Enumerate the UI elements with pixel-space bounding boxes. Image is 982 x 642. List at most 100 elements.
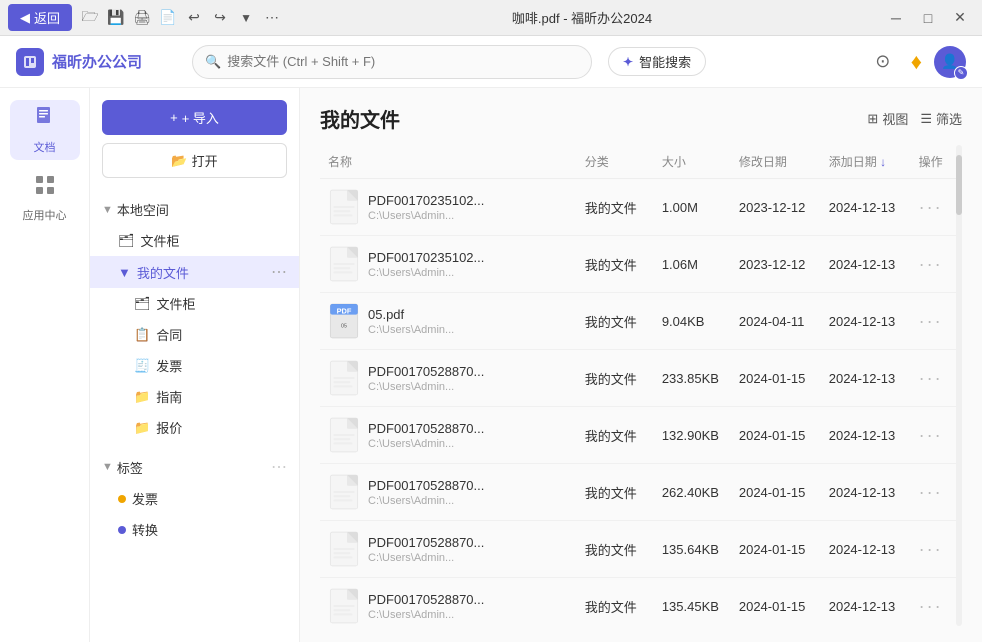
search-input[interactable] (227, 54, 579, 69)
search-icon: 🔍 (205, 54, 221, 70)
file-size: 135.64KB (654, 521, 731, 578)
tag-convert-dot (118, 526, 126, 534)
file-action[interactable]: ··· (911, 293, 962, 350)
logo-icon (16, 48, 44, 76)
maximize-button[interactable]: □ (914, 4, 942, 32)
ai-search-button[interactable]: ✦ 智能搜索 (608, 47, 706, 76)
action-dots-icon[interactable]: ··· (919, 482, 943, 502)
table-row[interactable]: PDF00170235102... C:\Users\Admin... 我的文件… (320, 179, 962, 236)
file-added: 2024-12-13 (821, 407, 911, 464)
main-header: 我的文件 ⊞ 视图 ☰ 筛选 (320, 104, 962, 133)
file-name-cell: PDF00170528870... C:\Users\Admin... (328, 474, 569, 510)
undo-icon[interactable]: ↩ (184, 8, 204, 28)
table-row[interactable]: PDF00170528870... C:\Users\Admin... 我的文件… (320, 464, 962, 521)
table-row[interactable]: PDF 05 05.pdf C:\Users\Admin... 我的文件 9.0… (320, 293, 962, 350)
file-category: 我的文件 (577, 578, 654, 627)
file-added: 2024-12-13 (821, 236, 911, 293)
quote-item[interactable]: 📁 报价 (90, 412, 299, 443)
file-action[interactable]: ··· (911, 521, 962, 578)
file-list: PDF00170235102... C:\Users\Admin... 我的文件… (320, 179, 962, 627)
window-controls: ─ □ ✕ (882, 4, 974, 32)
file-name: PDF00170235102... (368, 250, 484, 265)
file-icon[interactable]: 📄 (158, 8, 178, 28)
file-action[interactable]: ··· (911, 236, 962, 293)
file-name-cell: PDF00170528870... C:\Users\Admin... (328, 531, 569, 567)
print-icon[interactable]: 🖨 (132, 8, 152, 28)
search-bar[interactable]: 🔍 (192, 45, 592, 79)
filter-button[interactable]: ☰ 筛选 (920, 109, 962, 128)
my-files-dots[interactable]: ⋯ (271, 262, 287, 282)
tags-chevron: ▼ (102, 461, 113, 473)
sidebar-item-app-center[interactable]: 应用中心 (10, 168, 80, 228)
quote-icon: 📁 (134, 420, 150, 436)
file-action[interactable]: ··· (911, 578, 962, 627)
open-button[interactable]: 📂 打开 (102, 143, 287, 178)
file-cabinet-sub-item[interactable]: 🗂 文件柜 ⋯ (90, 288, 299, 319)
dropdown-icon[interactable]: ▼ (236, 8, 256, 28)
guide-item[interactable]: 📁 指南 (90, 381, 299, 412)
file-action[interactable]: ··· (911, 179, 962, 236)
tags-label: 标签 (117, 458, 143, 477)
file-action[interactable]: ··· (911, 407, 962, 464)
minimize-button[interactable]: ─ (882, 4, 910, 32)
file-cabinet-item[interactable]: 🗂 文件柜 ⋯ (90, 225, 299, 256)
save-icon[interactable]: 💾 (106, 8, 126, 28)
folder-icon[interactable]: 🗁 (80, 8, 100, 28)
file-modified: 2024-04-11 (731, 293, 821, 350)
file-added: 2024-12-13 (821, 464, 911, 521)
file-action[interactable]: ··· (911, 464, 962, 521)
scrollbar-thumb[interactable] (956, 155, 962, 215)
file-name-cell: PDF00170528870... C:\Users\Admin... (328, 417, 569, 453)
action-dots-icon[interactable]: ··· (919, 368, 943, 388)
invoice-icon: 🧾 (134, 358, 150, 374)
my-files-item[interactable]: ▼ 我的文件 ⋯ (90, 256, 299, 288)
document-label: 文档 (34, 139, 56, 155)
col-modified: 修改日期 (731, 145, 821, 179)
import-button[interactable]: + + 导入 (102, 100, 287, 135)
more-icon[interactable]: ⋯ (262, 8, 282, 28)
local-space-header[interactable]: ▼ 本地空间 (90, 194, 299, 225)
invoice-item[interactable]: 🧾 发票 (90, 350, 299, 381)
file-added: 2024-12-13 (821, 350, 911, 407)
guide-icon: 📁 (134, 389, 150, 405)
action-dots-icon[interactable]: ··· (919, 311, 943, 331)
action-dots-icon[interactable]: ··· (919, 539, 943, 559)
ai-icon: ✦ (623, 55, 633, 69)
file-modified: 2024-01-15 (731, 350, 821, 407)
tag-convert-item[interactable]: 转换 (90, 514, 299, 545)
open-icon: 📂 (171, 153, 187, 169)
tags-header[interactable]: ▼ 标签 ⋯ (90, 451, 299, 483)
table-row[interactable]: PDF00170528870... C:\Users\Admin... 我的文件… (320, 578, 962, 627)
action-dots-icon[interactable]: ··· (919, 425, 943, 445)
action-dots-icon[interactable]: ··· (919, 254, 943, 274)
tags-more-icon[interactable]: ⋯ (271, 457, 287, 477)
premium-icon[interactable]: ♦ (911, 49, 922, 75)
redo-icon[interactable]: ↪ (210, 8, 230, 28)
contract-icon: 📋 (134, 327, 150, 343)
view-button[interactable]: ⊞ 视图 (867, 109, 908, 128)
action-dots-icon[interactable]: ··· (919, 197, 943, 217)
avatar[interactable]: 👤 ✎ (934, 46, 966, 78)
file-category: 我的文件 (577, 521, 654, 578)
file-modified: 2023-12-12 (731, 179, 821, 236)
file-table-container[interactable]: 名称 分类 大小 修改日期 添加 (320, 145, 962, 626)
file-size: 135.45KB (654, 578, 731, 627)
sidebar-item-document[interactable]: 文档 (10, 100, 80, 160)
file-name: PDF00170528870... (368, 478, 484, 493)
settings-button[interactable]: ⊙ (867, 46, 899, 78)
contract-item[interactable]: 📋 合同 (90, 319, 299, 350)
close-button[interactable]: ✕ (946, 4, 974, 32)
tag-invoice-item[interactable]: 发票 (90, 483, 299, 514)
file-name: PDF00170235102... (368, 193, 484, 208)
back-button[interactable]: ◀ 返回 (8, 4, 72, 31)
table-row[interactable]: PDF00170235102... C:\Users\Admin... 我的文件… (320, 236, 962, 293)
table-row[interactable]: PDF00170528870... C:\Users\Admin... 我的文件… (320, 350, 962, 407)
action-dots-icon[interactable]: ··· (919, 596, 943, 616)
table-row[interactable]: PDF00170528870... C:\Users\Admin... 我的文件… (320, 521, 962, 578)
table-row[interactable]: PDF00170528870... C:\Users\Admin... 我的文件… (320, 407, 962, 464)
file-name: PDF00170528870... (368, 421, 484, 436)
topbar-right: ⊙ ♦ 👤 ✎ (867, 46, 966, 78)
col-added[interactable]: 添加日期 ↓ (821, 145, 911, 179)
file-action[interactable]: ··· (911, 350, 962, 407)
file-modified: 2024-01-15 (731, 578, 821, 627)
